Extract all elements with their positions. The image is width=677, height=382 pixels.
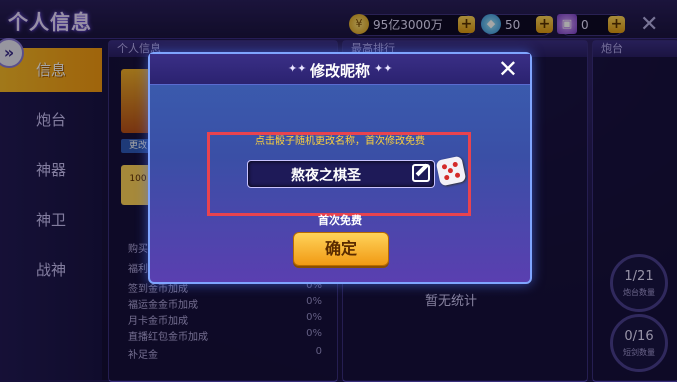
nickname-field[interactable]: 熬夜之棋圣 — [247, 160, 435, 188]
edit-icon[interactable] — [412, 164, 430, 182]
rename-hint: 点击骰子随机更改名称，首次修改免费 — [255, 136, 425, 147]
nickname-value: 熬夜之棋圣 — [291, 168, 361, 184]
dice-icon[interactable] — [435, 155, 467, 187]
sparkle-icon: ✦✦ — [374, 62, 393, 75]
confirm-button[interactable]: 确定 — [293, 232, 389, 266]
rename-dialog: ✦✦ 修改昵称 ✦✦ ✕ 点击骰子随机更改名称，首次修改免费 熬夜之棋圣 首次免… — [148, 52, 532, 284]
dialog-title: 修改昵称 — [309, 62, 370, 80]
first-free-label: 首次免费 — [318, 214, 362, 227]
close-icon[interactable]: ✕ — [498, 55, 518, 83]
dialog-header: ✦✦ 修改昵称 ✦✦ ✕ — [150, 54, 530, 85]
